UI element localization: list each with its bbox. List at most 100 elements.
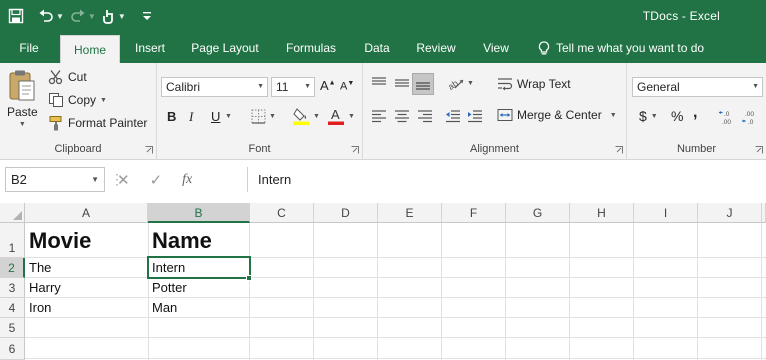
- select-all-corner[interactable]: [0, 203, 25, 223]
- col-header-g[interactable]: G: [506, 203, 570, 223]
- name-box-dropdown-icon[interactable]: ▼: [91, 168, 99, 191]
- col-header-k[interactable]: [762, 203, 766, 223]
- borders-dropdown-icon[interactable]: ▼: [269, 113, 276, 120]
- align-right-icon[interactable]: [417, 109, 433, 123]
- formula-input[interactable]: Intern: [258, 167, 291, 192]
- undo-dropdown-icon[interactable]: ▼: [56, 12, 64, 21]
- decrease-decimal-icon[interactable]: .00.0: [742, 109, 760, 125]
- row-header-5[interactable]: 5: [0, 318, 25, 338]
- window-title: TDocs - Excel: [642, 9, 720, 23]
- paste-button[interactable]: Paste ▼: [7, 69, 38, 128]
- cell-b1[interactable]: Name: [149, 228, 212, 254]
- col-header-d[interactable]: D: [314, 203, 378, 223]
- tab-view[interactable]: View: [476, 33, 516, 63]
- font-group-label: Font: [248, 143, 271, 155]
- copy-dropdown-icon[interactable]: ▼: [100, 97, 107, 104]
- underline-button[interactable]: U: [211, 109, 220, 124]
- clipboard-launcher-icon[interactable]: [145, 146, 153, 154]
- cell-a1[interactable]: Movie: [26, 228, 91, 254]
- tab-insert[interactable]: Insert: [128, 33, 172, 63]
- align-left-icon[interactable]: [371, 109, 387, 123]
- redo-dropdown-icon[interactable]: ▼: [88, 12, 96, 21]
- merge-center-button[interactable]: Merge & Center ▼: [497, 108, 617, 122]
- decrease-indent-icon[interactable]: [445, 109, 461, 123]
- col-header-b[interactable]: B: [148, 203, 250, 223]
- percent-button[interactable]: %: [671, 108, 683, 124]
- enter-entry-icon[interactable]: ✓: [150, 171, 163, 189]
- cell-a4[interactable]: Iron: [26, 300, 51, 315]
- row-header-3[interactable]: 3: [0, 278, 25, 298]
- row-header-1[interactable]: 1: [0, 223, 25, 258]
- merge-center-dropdown-icon[interactable]: ▼: [610, 112, 617, 119]
- number-format-dropdown-icon[interactable]: ▼: [752, 78, 759, 96]
- col-header-a[interactable]: A: [25, 203, 148, 223]
- paste-dropdown-icon[interactable]: ▼: [19, 121, 26, 128]
- align-center-icon[interactable]: [394, 109, 410, 123]
- font-launcher-icon[interactable]: [351, 146, 359, 154]
- tab-file[interactable]: File: [10, 33, 48, 63]
- cell-a3[interactable]: Harry: [26, 280, 61, 295]
- name-box[interactable]: B2 ▼: [5, 167, 105, 192]
- col-header-e[interactable]: E: [378, 203, 442, 223]
- increase-font-button[interactable]: A▲: [320, 78, 336, 93]
- redo-icon[interactable]: [70, 5, 86, 27]
- copy-button[interactable]: Copy ▼: [48, 92, 107, 108]
- comma-style-button[interactable]: ,: [693, 104, 697, 122]
- save-icon[interactable]: [8, 5, 24, 27]
- touch-mode-icon[interactable]: [102, 5, 116, 27]
- cell-a2[interactable]: The: [26, 260, 51, 275]
- col-header-h[interactable]: H: [570, 203, 634, 223]
- align-top-icon[interactable]: [371, 76, 387, 90]
- font-family-dropdown-icon[interactable]: ▼: [257, 78, 264, 96]
- tab-review[interactable]: Review: [412, 33, 460, 63]
- align-bottom-button[interactable]: [412, 73, 434, 95]
- tab-home[interactable]: Home: [60, 35, 120, 63]
- tab-page-layout[interactable]: Page Layout: [186, 33, 264, 63]
- tab-data[interactable]: Data: [358, 33, 396, 63]
- col-header-c[interactable]: C: [250, 203, 314, 223]
- currency-dropdown-icon[interactable]: ▼: [651, 113, 658, 120]
- wrap-text-button[interactable]: Wrap Text: [497, 77, 571, 91]
- fill-handle[interactable]: [246, 275, 252, 281]
- number-format-combo[interactable]: General ▼: [632, 77, 763, 97]
- increase-decimal-icon[interactable]: .0.00: [719, 109, 737, 125]
- col-header-f[interactable]: F: [442, 203, 506, 223]
- decrease-font-button[interactable]: A▼: [340, 80, 354, 93]
- cell-b3[interactable]: Potter: [149, 280, 187, 295]
- wrap-text-icon: [498, 78, 513, 91]
- borders-icon[interactable]: [251, 109, 266, 124]
- orientation-icon[interactable]: ab: [447, 75, 465, 91]
- orientation-dropdown-icon[interactable]: ▼: [467, 80, 474, 87]
- row-header-6[interactable]: 6: [0, 338, 25, 360]
- font-color-dropdown-icon[interactable]: ▼: [348, 113, 355, 120]
- col-header-i[interactable]: I: [634, 203, 698, 223]
- alignment-launcher-icon[interactable]: [615, 146, 623, 154]
- fill-color-dropdown-icon[interactable]: ▼: [313, 113, 320, 120]
- row-header-2[interactable]: 2: [0, 258, 25, 278]
- customize-qat-icon[interactable]: [142, 5, 152, 27]
- align-middle-icon[interactable]: [394, 76, 410, 90]
- cut-button[interactable]: Cut: [48, 69, 87, 85]
- font-size-combo[interactable]: 11 ▼: [271, 77, 315, 97]
- bold-button[interactable]: B: [167, 109, 176, 124]
- increase-indent-icon[interactable]: [467, 109, 483, 123]
- gridline: [25, 317, 766, 318]
- cell-b4[interactable]: Man: [149, 300, 177, 315]
- italic-button[interactable]: I: [189, 109, 193, 125]
- tell-me-box[interactable]: Tell me what you want to do: [538, 33, 704, 63]
- col-header-j[interactable]: J: [698, 203, 762, 223]
- currency-button[interactable]: $ ▼: [639, 108, 658, 124]
- font-family-combo[interactable]: Calibri ▼: [161, 77, 268, 97]
- underline-dropdown-icon[interactable]: ▼: [225, 113, 232, 120]
- row-header-4[interactable]: 4: [0, 298, 25, 318]
- cancel-entry-icon[interactable]: ✕: [117, 171, 130, 189]
- number-launcher-icon[interactable]: [755, 146, 763, 154]
- insert-function-icon[interactable]: fx: [182, 172, 192, 188]
- font-size-dropdown-icon[interactable]: ▼: [304, 78, 311, 96]
- tab-formulas[interactable]: Formulas: [280, 33, 342, 63]
- undo-icon[interactable]: [38, 5, 54, 27]
- touch-dropdown-icon[interactable]: ▼: [118, 12, 126, 21]
- fill-color-icon[interactable]: [293, 107, 309, 125]
- format-painter-button[interactable]: Format Painter: [48, 115, 147, 131]
- font-color-icon[interactable]: A: [328, 107, 344, 125]
